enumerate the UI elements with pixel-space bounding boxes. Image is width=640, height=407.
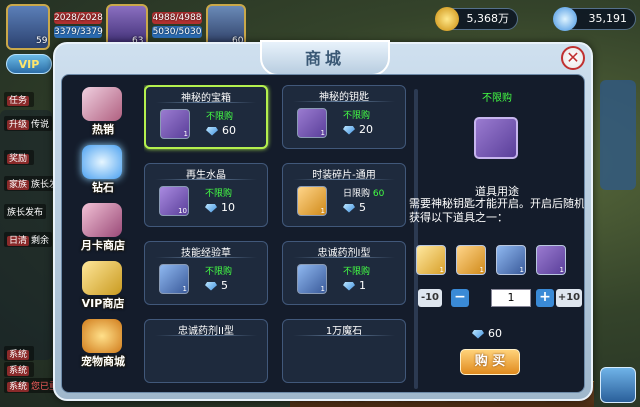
shop-item-card[interactable]: 忠诚药剂I型 1 不限购 1 (282, 241, 406, 305)
card-icon (82, 203, 122, 237)
shop-item-card[interactable]: 忠诚药剂II型 (144, 319, 268, 383)
reward-item-icon[interactable]: 1 (536, 245, 566, 275)
item-limit: 不限购 (205, 189, 233, 199)
mp-bar: 3379/3379 (54, 26, 103, 38)
shop-item-card[interactable]: 1万魔石 (282, 319, 406, 383)
chat-line: 升级 传说 (4, 116, 53, 131)
minus-button[interactable]: − (451, 289, 469, 307)
diamond-icon (343, 281, 355, 291)
item-limit: 日限购 60 (343, 189, 385, 199)
costume-fragment-icon: 1 (297, 186, 327, 216)
gold-coin-icon (435, 7, 459, 31)
chat-line: 日清 剩余 (4, 232, 53, 247)
tab-label: 月卡商店 (81, 239, 125, 252)
minus-ten-button[interactable]: -10 (418, 289, 442, 307)
item-grid: 神秘的宝箱 1 不限购 60 神秘的钥匙 1 不限购 20 再生水晶 10 不限… (144, 85, 408, 392)
diamond-icon (343, 125, 355, 135)
reward-item-icon[interactable]: 1 (496, 245, 526, 275)
shop-item-card[interactable]: 时装碎片-通用 1 日限购 60 5 (282, 163, 406, 227)
item-price: 5 (205, 279, 228, 292)
diamond-icon (343, 203, 355, 213)
detail-description: 需要神秘钥匙才能开启。开启后随机获得以下道具之一： (409, 197, 585, 224)
quantity-input[interactable]: 1 (491, 289, 531, 307)
gold-amount: 5,368万 (466, 12, 510, 25)
shop-item-card[interactable]: 再生水晶 10 不限购 10 (144, 163, 268, 227)
chat-line: 任务 (4, 92, 35, 107)
diamond-icon (206, 126, 218, 136)
chat-line: 系统 (4, 346, 35, 361)
gift-box-icon (82, 87, 122, 121)
shop-item-card[interactable]: 神秘的宝箱 1 不限购 60 (144, 85, 268, 149)
tab-vip-shop[interactable]: VIP商店 (68, 259, 138, 311)
tab-monthly-card-shop[interactable]: 月卡商店 (68, 201, 138, 253)
tab-label: 钻石 (92, 181, 114, 194)
diamond-icon (205, 281, 217, 291)
crown-icon (82, 261, 122, 295)
pet-mp-bar: 5030/5030 (152, 26, 202, 38)
item-price: 20 (343, 123, 373, 136)
hp-bar: 2028/2028 (54, 12, 103, 24)
potion-icon: 1 (297, 264, 327, 294)
chat-line: 奖励 (4, 150, 35, 165)
total-price: 60 (472, 327, 502, 340)
vip-badge[interactable]: VIP (6, 54, 52, 74)
diamond-pile-icon (82, 145, 122, 179)
menu-toggle-button[interactable] (600, 367, 636, 403)
crystal-icon: 10 (159, 186, 189, 216)
tab-hot[interactable]: 热销 (68, 85, 138, 137)
diamond-icon (472, 329, 484, 339)
shop-item-card[interactable]: 神秘的钥匙 1 不限购 20 (282, 85, 406, 149)
tab-diamond[interactable]: 钻石 (68, 143, 138, 195)
reward-item-icon[interactable]: 1 (416, 245, 446, 275)
tab-pet-shop[interactable]: 宠物商城 (68, 317, 138, 369)
item-price: 10 (205, 201, 235, 214)
gold-counter[interactable]: 5,368万 (435, 7, 518, 31)
item-price: 60 (206, 124, 236, 137)
diamond-amount: 35,191 (588, 12, 628, 25)
category-tabs: 热销 钻石 月卡商店 VIP商店 宠物商城 (64, 77, 142, 390)
pet-icon (82, 319, 122, 353)
chat-line: 系统 (4, 362, 35, 377)
diamond-icon (205, 203, 217, 213)
key-icon: 1 (297, 108, 327, 138)
item-price: 5 (343, 201, 366, 214)
pet-hp-bar: 4988/4988 (152, 12, 202, 24)
item-limit: 不限购 (343, 111, 371, 121)
treasure-chest-icon: 1 (160, 109, 190, 139)
modal-title: 商城 (304, 49, 345, 68)
item-limit: 不限购 (206, 112, 234, 122)
detail-limit: 不限购 (482, 93, 512, 104)
buy-button[interactable]: 购 买 (460, 349, 520, 375)
tab-label: VIP商店 (81, 297, 125, 310)
modal-title-plate: 商城 (260, 40, 390, 76)
right-side-panel (600, 80, 636, 190)
shop-content: 热销 钻石 月卡商店 VIP商店 宠物商城 神秘的宝箱 1 不限购 60 神秘的… (61, 74, 585, 393)
player-level: 59 (36, 36, 48, 46)
item-detail-panel: 不限购 道具用途 需要神秘钥匙才能开启。开启后随机获得以下道具之一： 1 1 1… (406, 75, 585, 392)
chat-line: 族长发布 (4, 204, 47, 219)
tab-label: 宠物商城 (81, 355, 125, 368)
reward-item-icon[interactable]: 1 (456, 245, 486, 275)
close-button[interactable]: ✕ (561, 46, 585, 70)
item-price: 1 (343, 279, 366, 292)
diamond-icon (553, 7, 577, 31)
item-limit: 不限购 (205, 267, 233, 277)
treasure-chest-icon (474, 117, 518, 159)
plus-ten-button[interactable]: +10 (556, 289, 582, 307)
shop-modal: 商城 ✕ 热销 钻石 月卡商店 VIP商店 宠物商城 神秘的宝箱 1 不限购 6… (53, 40, 593, 401)
tab-label: 热销 (92, 123, 114, 136)
diamond-counter[interactable]: 35,191 (553, 7, 636, 31)
plus-button[interactable]: + (536, 289, 554, 307)
item-limit: 不限购 (343, 267, 371, 277)
herb-icon: 1 (159, 264, 189, 294)
shop-item-card[interactable]: 技能经验草 1 不限购 5 (144, 241, 268, 305)
